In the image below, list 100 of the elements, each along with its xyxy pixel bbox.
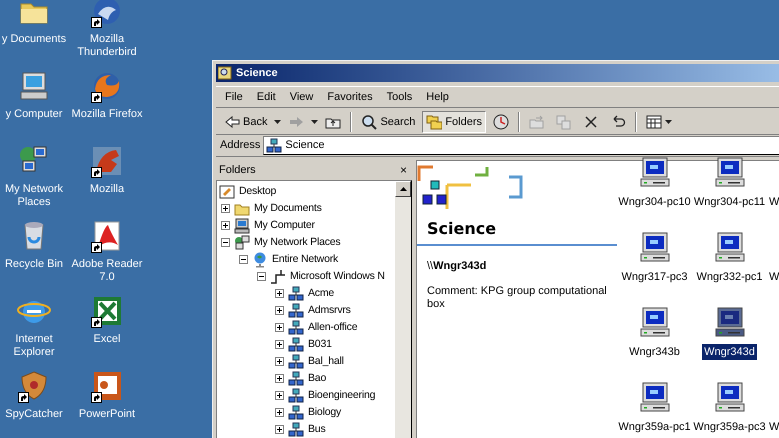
- desktop-icon-label[interactable]: y Documents: [2, 33, 66, 46]
- tree-item[interactable]: My Documents: [253, 200, 323, 216]
- menu-item[interactable]: Favorites: [320, 88, 380, 106]
- computer-label[interactable]: Wngr343d: [702, 344, 757, 360]
- expand-toggle[interactable]: [275, 289, 284, 298]
- computer-label[interactable]: Wngr317-pc3: [619, 268, 690, 285]
- address-field[interactable]: Science: [263, 136, 779, 155]
- computer-icon: [638, 306, 670, 338]
- dropdown-caret-icon[interactable]: [665, 120, 672, 124]
- computer-label[interactable]: Wngr332-pc1: [694, 268, 765, 285]
- computer-icon: [714, 156, 746, 188]
- workgroup-computers-icon: [266, 138, 282, 154]
- workgroup-computers-icon: [288, 404, 304, 420]
- expand-toggle[interactable]: [275, 408, 284, 417]
- tree-item[interactable]: Biology: [307, 404, 342, 420]
- desktop-icon-label[interactable]: Excel: [94, 333, 120, 346]
- expand-toggle[interactable]: [275, 374, 284, 383]
- desktop-icon-label[interactable]: PowerPoint: [78, 408, 136, 421]
- pane-title: Folders: [219, 162, 256, 178]
- tree-item[interactable]: My Network Places: [253, 234, 342, 250]
- tree-item[interactable]: Admsrvrs: [307, 302, 352, 318]
- expand-toggle[interactable]: [221, 204, 230, 213]
- computer-icon: [638, 156, 670, 188]
- scrollbar[interactable]: [395, 181, 411, 438]
- expand-toggle[interactable]: [221, 221, 230, 230]
- expand-toggle[interactable]: [275, 391, 284, 400]
- computer-label[interactable]: Wngr304-pc10: [617, 194, 693, 210]
- expand-toggle[interactable]: [275, 425, 284, 434]
- tree-item[interactable]: Acme: [307, 286, 336, 302]
- computer-icon: [638, 380, 670, 412]
- workgroup-computers-icon: [288, 370, 304, 386]
- workgroup-computers-icon: [288, 302, 304, 318]
- toolbar-button[interactable]: Search: [357, 111, 420, 133]
- expand-toggle[interactable]: [275, 306, 284, 315]
- computer-icon: [234, 218, 250, 234]
- folder-search-icon: [218, 66, 232, 80]
- tree-item[interactable]: Bus: [307, 422, 326, 438]
- tree-item[interactable]: My Computer: [253, 218, 316, 234]
- menu-item[interactable]: View: [282, 88, 320, 106]
- desktop-icon-label[interactable]: y Computer: [6, 108, 62, 121]
- menu-item[interactable]: File: [218, 88, 250, 106]
- desktop-icon-label[interactable]: Mozilla Thunderbird: [67, 33, 147, 59]
- workgroup-computers-icon: [288, 354, 304, 370]
- computer-label[interactable]: W: [769, 194, 779, 210]
- clock-icon: [493, 114, 510, 130]
- desktop-icon-label[interactable]: Mozilla Firefox: [72, 108, 142, 121]
- dropdown-caret-icon[interactable]: [274, 120, 282, 124]
- collapse-toggle[interactable]: [239, 255, 248, 264]
- network-cable-icon: [270, 268, 286, 284]
- desktop-icon-label[interactable]: SpyCatcher: [5, 408, 63, 421]
- window-title: Science: [236, 66, 278, 81]
- menu-item[interactable]: Tools: [380, 88, 420, 106]
- computer-icon: [714, 306, 746, 338]
- computer-label[interactable]: Wngr359a-pc1: [617, 418, 693, 435]
- back-arrow-icon: [224, 114, 240, 130]
- address-label: Address: [220, 138, 260, 154]
- workgroup-computers-icon: [288, 320, 304, 336]
- workgroup-computers-icon: [288, 336, 304, 352]
- copy-to-folder-icon: [556, 114, 572, 130]
- computer-label[interactable]: Wngr343b: [627, 344, 682, 360]
- expand-toggle[interactable]: [275, 340, 284, 349]
- desktop-icon: [219, 184, 235, 200]
- computer-label[interactable]: W: [769, 268, 779, 285]
- desktop-icon-label[interactable]: Mozilla: [90, 183, 124, 196]
- computer-icon: [714, 380, 746, 412]
- folder-title: Science: [426, 218, 498, 240]
- computer-label[interactable]: Wngr304-pc11: [692, 194, 768, 210]
- views-grid-icon: [646, 114, 662, 130]
- desktop-icon-label[interactable]: Internet Explorer: [0, 333, 74, 359]
- delete-icon: [583, 114, 600, 130]
- network-computers-icon: [234, 234, 250, 250]
- tree-item[interactable]: Allen-office: [307, 320, 358, 336]
- computer-label[interactable]: W: [769, 418, 779, 435]
- menu-item[interactable]: Edit: [250, 88, 283, 106]
- expand-toggle[interactable]: [275, 323, 284, 332]
- collapse-toggle[interactable]: [257, 272, 266, 281]
- computer-icon: [714, 230, 746, 262]
- menu-item[interactable]: Help: [419, 88, 456, 106]
- desktop-icon-label[interactable]: Adobe Reader 7.0: [67, 258, 147, 284]
- expand-toggle[interactable]: [275, 357, 284, 366]
- tree-item[interactable]: Desktop: [238, 184, 278, 200]
- desktop-icon-label[interactable]: My Network Places: [0, 183, 74, 209]
- scroll-up-icon[interactable]: [400, 187, 406, 191]
- tree-item[interactable]: Microsoft Windows N: [289, 268, 386, 284]
- tree-item[interactable]: Bal_hall: [307, 354, 345, 370]
- toolbar-button[interactable]: Back: [220, 111, 272, 133]
- toolbar-button[interactable]: Folders: [422, 111, 486, 133]
- tree-item[interactable]: Bao: [307, 370, 328, 386]
- workgroup-computers-icon: [288, 388, 304, 404]
- dropdown-caret-icon[interactable]: [311, 120, 318, 124]
- computer-icon: [638, 230, 670, 262]
- tree-item[interactable]: Bioengineering: [307, 388, 376, 404]
- globe-icon: [252, 252, 268, 268]
- collapse-toggle[interactable]: [221, 238, 230, 247]
- desktop-icon-label[interactable]: Recycle Bin: [4, 258, 64, 271]
- tree-item[interactable]: B031: [307, 336, 333, 352]
- tree-item[interactable]: Entire Network: [271, 252, 340, 268]
- close-button[interactable]: ×: [398, 164, 409, 176]
- computer-label[interactable]: Wngr359a-pc3: [691, 418, 768, 435]
- workgroup-computers-icon: [288, 286, 304, 302]
